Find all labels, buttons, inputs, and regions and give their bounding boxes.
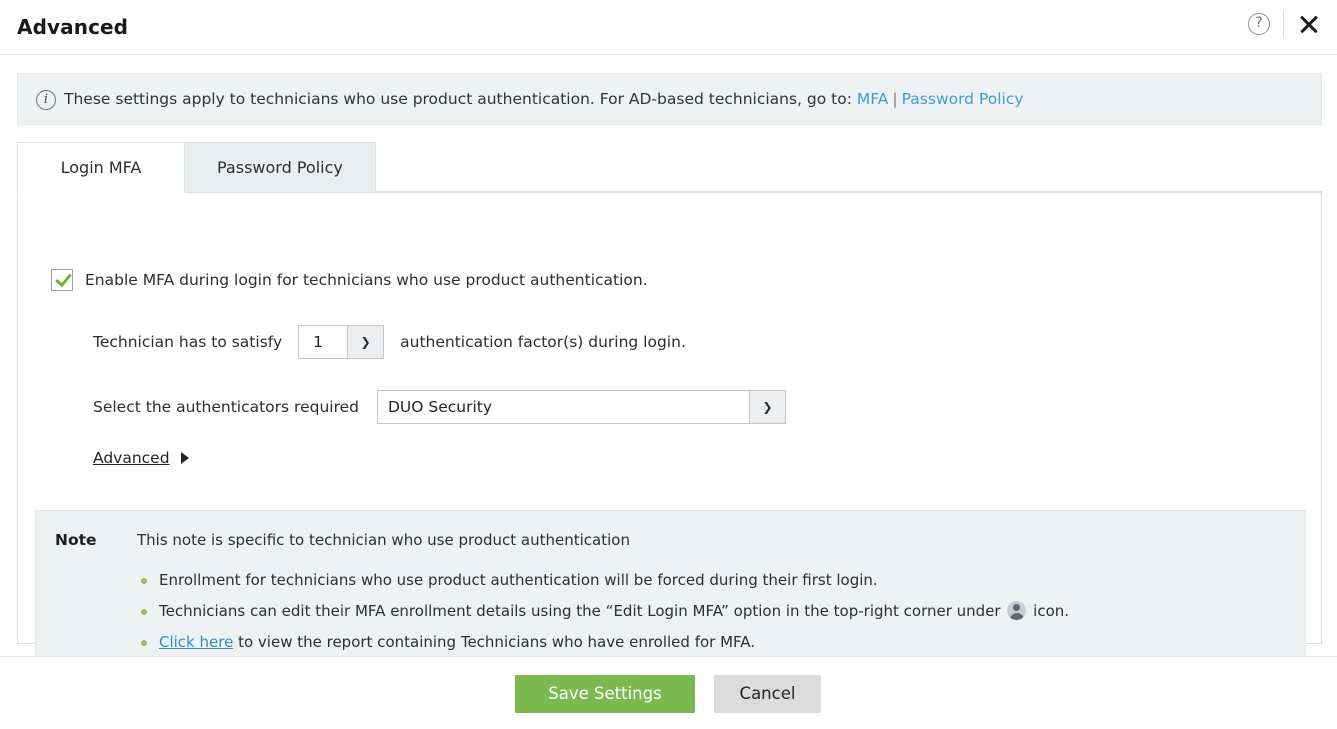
help-circle-icon[interactable]: ? [1248,13,1270,35]
enable-mfa-checkbox[interactable] [51,269,73,291]
enable-mfa-row: Enable MFA during login for technicians … [51,269,648,291]
factors-select[interactable]: 1 ❯ [298,325,384,359]
note-title: Note [55,531,97,549]
note-item-2-text-before: Technicians can edit their MFA enrollmen… [159,602,1001,620]
info-circle-icon: i [36,90,56,110]
advanced-expander[interactable]: Advanced [93,449,189,467]
info-banner-link-password-policy[interactable]: Password Policy [902,90,1024,108]
factors-select-value: 1 [299,326,347,358]
info-banner-link-mfa[interactable]: MFA [857,90,888,108]
cancel-button[interactable]: Cancel [714,675,821,713]
dialog-footer: Save Settings Cancel [0,656,1337,729]
page-title: Advanced [17,15,128,39]
settings-panel: Login MFA Password Policy Enable MFA dur… [17,142,1322,644]
header-actions: ? [1248,11,1321,37]
info-banner: i These settings apply to technicians wh… [17,73,1322,125]
panel-body: Enable MFA during login for technicians … [17,193,1322,644]
authenticators-row: Select the authenticators required DUO S… [93,390,786,424]
list-item: Technicians can edit their MFA enrollmen… [137,598,1257,625]
tab-password-policy[interactable]: Password Policy [184,142,376,192]
list-item: Enrollment for technicians who use produ… [137,567,1257,594]
tab-strip-filler [375,142,1322,192]
authenticators-select-value: DUO Security [378,391,749,423]
tab-login-mfa-label: Login MFA [61,158,142,177]
note-item-1-text: Enrollment for technicians who use produ… [159,571,878,589]
info-banner-text: These settings apply to technicians who … [64,90,852,108]
note-item-3-text-after: to view the report containing Technician… [238,633,755,651]
factors-row: Technician has to satisfy 1 ❯ authentica… [93,325,686,359]
save-settings-button[interactable]: Save Settings [515,675,695,713]
advanced-expander-label: Advanced [93,449,170,467]
footer-buttons: Save Settings Cancel [515,675,821,713]
note-item-2-text-after: icon. [1033,602,1069,620]
chevron-down-icon: ❯ [749,391,785,423]
tab-strip: Login MFA Password Policy [17,142,1322,193]
factors-label-before: Technician has to satisfy [93,333,282,351]
note-report-link[interactable]: Click here [159,633,233,651]
list-item: Click here to view the report containing… [137,629,1257,656]
close-icon[interactable] [1297,12,1321,36]
caret-right-icon [181,452,189,464]
note-intro: This note is specific to technician who … [137,531,630,549]
note-list: Enrollment for technicians who use produ… [137,567,1257,660]
tab-login-mfa[interactable]: Login MFA [17,142,185,192]
chevron-down-icon: ❯ [347,326,383,358]
user-avatar-icon [1007,601,1026,620]
header-divider [1283,11,1284,37]
tab-password-policy-label: Password Policy [217,158,343,177]
info-banner-separator: | [888,90,901,108]
dialog-header: Advanced ? [0,0,1337,55]
factors-label-after: authentication factor(s) during login. [400,333,686,351]
enable-mfa-label: Enable MFA during login for technicians … [85,271,648,289]
authenticators-label: Select the authenticators required [93,398,359,416]
authenticators-select[interactable]: DUO Security ❯ [377,390,786,424]
